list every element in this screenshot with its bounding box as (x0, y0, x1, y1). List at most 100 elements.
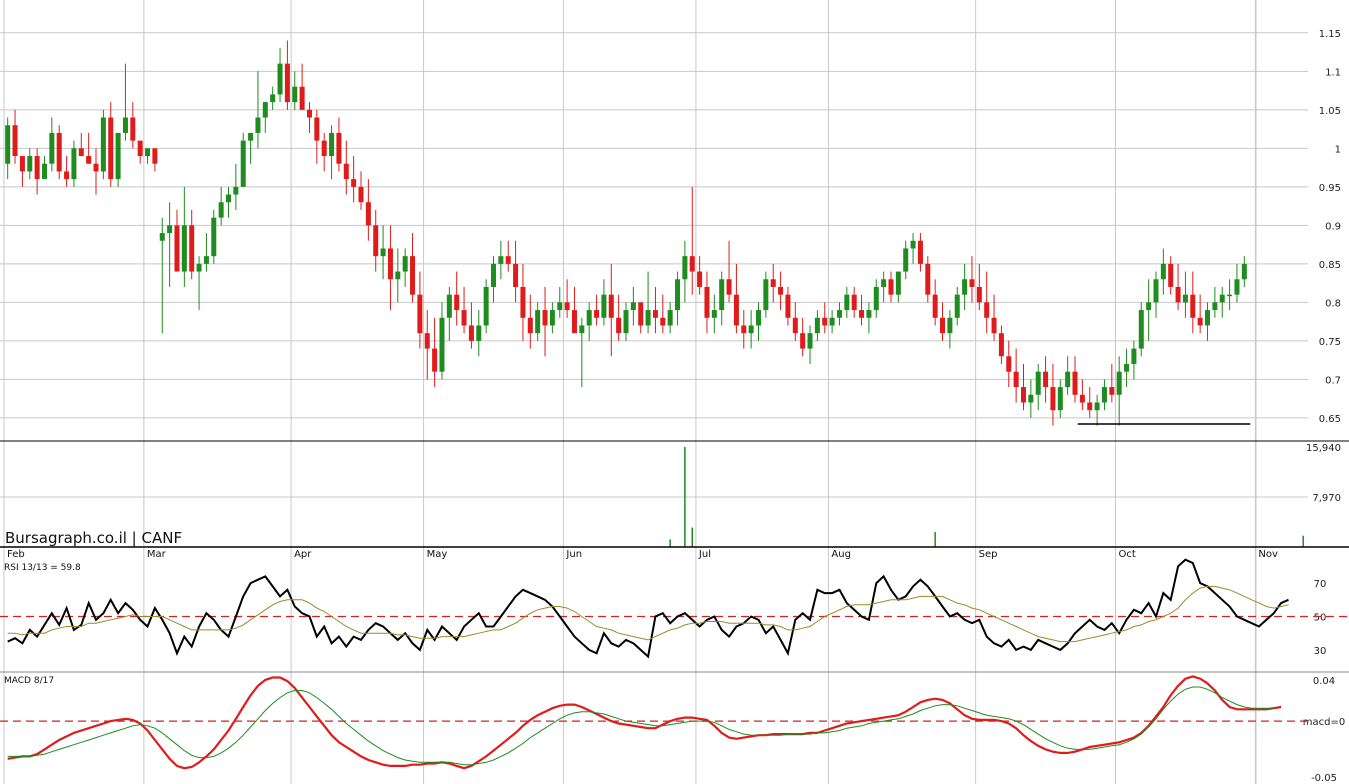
candle-body (829, 317, 835, 326)
candle-body (93, 163, 99, 172)
candle-body (387, 248, 393, 280)
candle-body (49, 132, 55, 164)
price-tick-label: 0.9 (1325, 221, 1341, 232)
candle-body (314, 117, 320, 141)
candle-body (675, 279, 681, 311)
candle-body (527, 317, 533, 334)
candle-body (873, 286, 879, 311)
candle-body (1182, 294, 1188, 303)
candle-body (174, 225, 180, 272)
candle-body (336, 132, 342, 164)
candle-body (233, 186, 239, 195)
volume-tick-label: 15,940 (1306, 443, 1341, 454)
month-label: Sep (979, 549, 998, 560)
candle-body (1057, 387, 1063, 411)
candle-body (71, 148, 77, 180)
volume-pane: 15,940 7,970 (669, 443, 1341, 547)
month-label: Oct (1119, 549, 1136, 560)
candle-body (1241, 263, 1247, 280)
candle-body (1227, 294, 1233, 297)
candle-body (255, 117, 261, 133)
candle-body (1094, 402, 1100, 411)
candle-body (895, 271, 901, 295)
candle-body (1205, 310, 1211, 326)
month-label: Jul (698, 549, 711, 560)
candle-body (917, 240, 923, 264)
candle-body (505, 256, 511, 264)
macd-tick-label: -0.05 (1311, 773, 1337, 784)
candle-body (888, 279, 894, 295)
candle-body (1101, 387, 1107, 403)
candle-body (704, 286, 710, 318)
candle-body (115, 132, 121, 180)
candle-body (373, 225, 379, 257)
candle-body (954, 294, 960, 318)
candle-body (785, 294, 791, 318)
candle-body (940, 317, 946, 334)
candle-body (564, 302, 570, 311)
candle-body (248, 132, 254, 141)
candle-body (262, 102, 268, 118)
candle-body (549, 310, 555, 326)
candle-body (402, 256, 408, 272)
candle-body (932, 294, 938, 318)
candle-body (586, 310, 592, 326)
month-label: Aug (831, 549, 851, 560)
rsi-line (7, 558, 1289, 659)
candle-body (329, 132, 335, 157)
candle-body (513, 263, 519, 287)
candle-body (1050, 387, 1056, 411)
macd-title: MACD 8/17 (4, 676, 54, 686)
candle-body (1035, 371, 1041, 395)
candle-body (476, 325, 482, 341)
rsi-tick-label: 30 (1314, 646, 1327, 657)
candle-body (630, 302, 636, 311)
candle-body (226, 194, 232, 203)
macd-signal-line (7, 686, 1274, 766)
candle-body (351, 179, 357, 187)
rsi-pane: 70 50 30 (0, 558, 1348, 659)
candle-body (417, 294, 423, 334)
volume-tick-label: 7,970 (1312, 493, 1341, 504)
candle-body (998, 333, 1004, 357)
candle-body (1072, 371, 1078, 395)
candle-body (86, 156, 92, 164)
candle-body (1006, 356, 1012, 372)
price-tick-label: 0.8 (1325, 298, 1341, 309)
candle-body (152, 148, 158, 164)
candle-body (41, 163, 47, 180)
candle-body (454, 294, 460, 311)
candle-body (292, 86, 298, 103)
candle-body (122, 117, 128, 133)
candle-body (741, 325, 747, 334)
candle-body (814, 317, 820, 334)
candle-body (137, 140, 143, 157)
candle-body (903, 248, 909, 272)
candle-body (483, 286, 489, 326)
candle-body (557, 302, 563, 311)
candle-body (1131, 348, 1137, 364)
candle-body (520, 286, 526, 318)
candle-body (1175, 286, 1181, 303)
candle-body (19, 156, 25, 172)
candle-body (844, 294, 850, 311)
candle-body (446, 294, 452, 318)
price-tick-label: 1.05 (1319, 106, 1341, 117)
candle-body (56, 132, 62, 172)
candle-body (689, 256, 695, 272)
month-label: May (427, 549, 448, 560)
price-tick-label: 0.7 (1325, 375, 1341, 386)
candle-body (1160, 263, 1166, 280)
macd-line (7, 675, 1282, 770)
candle-body (181, 225, 187, 272)
rsi-title: RSI 13/13 = 59.8 (4, 563, 81, 573)
stock-chart: Feb Mar Apr May Jun Jul Aug Sep Oct Nov 1.151.11.… (0, 0, 1349, 784)
candle-body (130, 117, 136, 141)
month-label: Nov (1258, 549, 1278, 560)
candle-body (277, 63, 283, 95)
candle-body (1197, 317, 1203, 326)
candle-body (947, 317, 953, 334)
candle-body (468, 325, 474, 341)
macd-tick-label: macd=0 (1303, 717, 1345, 728)
candle-body (1079, 394, 1085, 403)
